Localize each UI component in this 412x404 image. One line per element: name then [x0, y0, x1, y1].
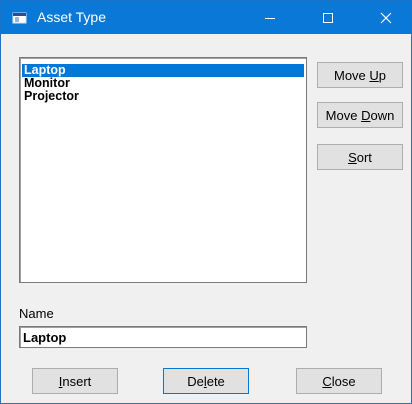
name-label: Name — [19, 306, 54, 321]
move-up-button[interactable]: Move Up — [317, 62, 403, 88]
insert-label-post: nsert — [62, 373, 92, 389]
delete-label-pre: De — [187, 373, 204, 389]
title-bar[interactable]: Asset Type — [1, 1, 411, 34]
asset-type-listbox[interactable]: Laptop Monitor Projector — [19, 57, 307, 283]
list-item[interactable]: Projector — [22, 90, 304, 103]
sort-label-key: S — [348, 149, 357, 165]
minimize-button[interactable] — [247, 1, 293, 34]
delete-label-post: ete — [206, 373, 225, 389]
maximize-icon — [323, 12, 333, 23]
delete-button[interactable]: De l ete — [163, 368, 249, 394]
move-up-label-pre: Move — [333, 67, 370, 83]
move-down-label-post: own — [370, 107, 395, 123]
minimize-icon — [265, 17, 275, 19]
close-icon — [380, 12, 392, 23]
close-button[interactable]: Close — [296, 368, 382, 394]
maximize-button[interactable] — [305, 1, 351, 34]
app-window-icon — [12, 12, 27, 24]
window-title: Asset Type — [37, 9, 107, 25]
sort-label-post: ort — [356, 149, 372, 165]
move-down-label-pre: Move — [325, 107, 362, 123]
asset-type-dialog: Asset Type Laptop Monitor Projector Move… — [0, 0, 412, 404]
move-up-label-key: U — [369, 67, 379, 83]
close-window-button[interactable] — [363, 1, 409, 34]
close-label-key: C — [322, 373, 332, 389]
sort-button[interactable]: Sort — [317, 144, 403, 170]
move-up-label-post: p — [378, 67, 387, 83]
move-down-label-key: D — [361, 107, 371, 123]
move-down-button[interactable]: Move Down — [317, 102, 403, 128]
name-field[interactable] — [19, 326, 307, 348]
insert-button[interactable]: Insert — [32, 368, 118, 394]
close-label-post: lose — [331, 373, 356, 389]
